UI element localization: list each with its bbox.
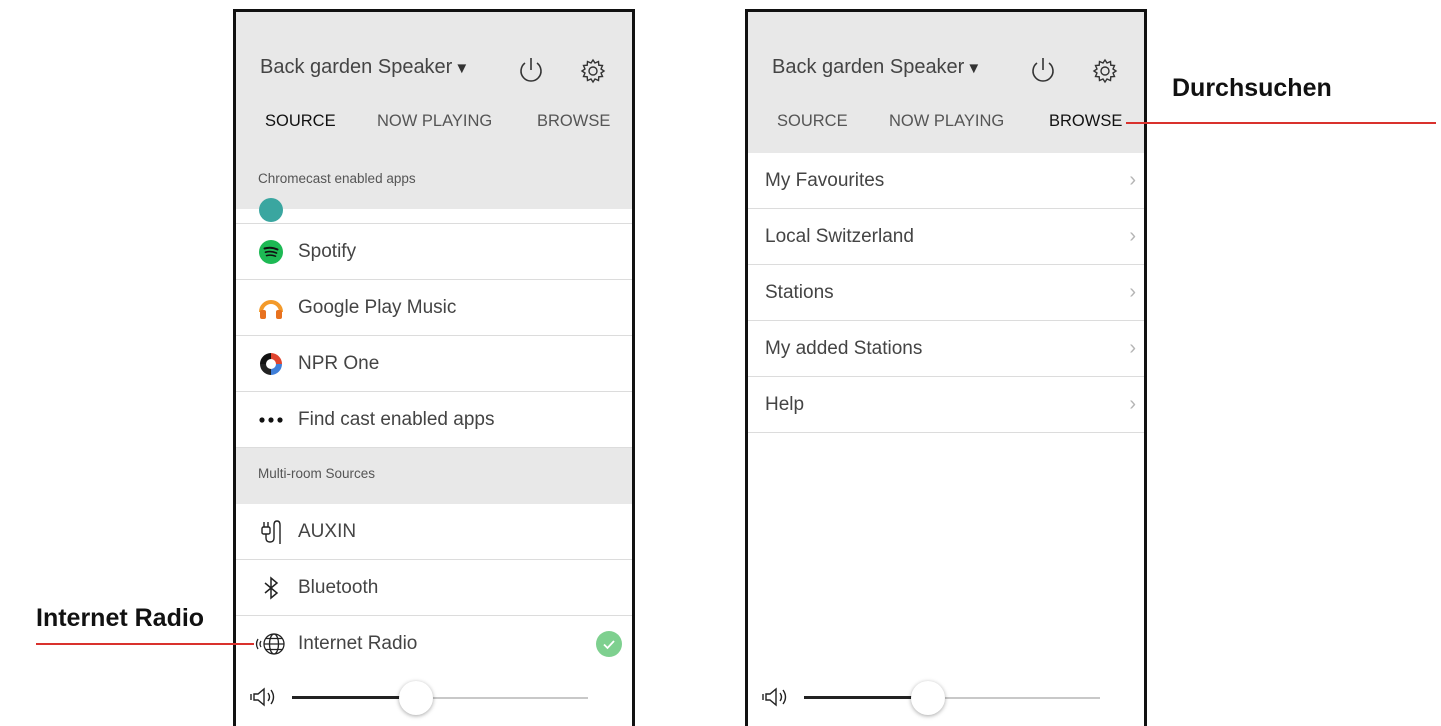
tab-bar: SOURCE NOW PLAYING BROWSE <box>236 112 632 140</box>
browse-item-label: My added Stations <box>765 338 923 359</box>
device-row: Back garden Speaker ▼ <box>260 56 608 86</box>
aux-cable-icon <box>261 520 281 544</box>
callout-line-internet-radio <box>36 643 254 645</box>
list-item-label: Google Play Music <box>298 296 457 318</box>
header: Back garden Speaker ▼ SOURCE NOW PLAYING … <box>236 12 632 153</box>
list-item-npr-one[interactable]: NPR One <box>236 336 632 392</box>
tab-source[interactable]: SOURCE <box>777 112 848 131</box>
list-item-auxin[interactable]: AUXIN <box>236 504 632 560</box>
chevron-right-icon: › <box>1129 337 1136 359</box>
tab-now-playing[interactable]: NOW PLAYING <box>377 112 492 131</box>
list-item-label: AUXIN <box>298 520 357 542</box>
more-dots-icon <box>259 417 283 423</box>
list-item-spotify[interactable]: Spotify <box>236 224 632 280</box>
gear-icon[interactable] <box>1092 58 1118 84</box>
chevron-right-icon: › <box>1129 393 1136 415</box>
device-row: Back garden Speaker ▼ <box>772 56 1120 86</box>
source-screen: Back garden Speaker ▼ SOURCE NOW PLAYING … <box>233 9 635 726</box>
list-item-label: Find cast enabled apps <box>298 408 495 430</box>
list-item-label: Bluetooth <box>298 576 379 598</box>
spotify-icon <box>259 240 283 264</box>
tab-browse[interactable]: BROWSE <box>537 112 610 131</box>
chevron-right-icon: › <box>1129 225 1136 247</box>
browse-item-label: My Favourites <box>765 170 885 191</box>
list-item-label: Internet Radio <box>298 632 418 654</box>
browse-item-label: Help <box>765 394 805 415</box>
callout-browse: Durchsuchen <box>1172 74 1332 102</box>
device-name: Back garden Speaker <box>260 56 453 78</box>
list-item-bluetooth[interactable]: Bluetooth <box>236 560 632 616</box>
section-header-chromecast: Chromecast enabled apps <box>236 153 632 209</box>
volume-icon <box>250 687 275 707</box>
volume-slider-thumb[interactable] <box>399 681 434 715</box>
volume-slider-thumb[interactable] <box>911 681 946 715</box>
tab-browse[interactable]: BROWSE <box>1049 112 1122 131</box>
callout-line-browse <box>1126 122 1436 124</box>
power-icon[interactable] <box>1028 56 1058 86</box>
chevron-right-icon: › <box>1129 281 1136 303</box>
tab-now-playing[interactable]: NOW PLAYING <box>889 112 1004 131</box>
device-selector[interactable]: Back garden Speaker ▼ <box>772 56 981 79</box>
google-play-music-icon <box>259 300 283 319</box>
browse-item-my-favourites[interactable]: My Favourites › <box>748 153 1144 209</box>
volume-slider-fill <box>292 696 417 699</box>
device-selector[interactable]: Back garden Speaker ▼ <box>260 56 469 79</box>
browse-item-label: Local Switzerland <box>765 226 914 247</box>
list-item-partial[interactable] <box>236 198 632 224</box>
section-header-multiroom: Multi-room Sources <box>236 448 632 504</box>
power-icon[interactable] <box>516 56 546 86</box>
npr-one-icon <box>260 353 282 375</box>
list-item-google-play-music[interactable]: Google Play Music <box>236 280 632 336</box>
volume-slider[interactable] <box>292 681 588 715</box>
browse-item-help[interactable]: Help › <box>748 377 1144 433</box>
volume-bar <box>748 670 1144 726</box>
caret-down-icon: ▼ <box>454 60 470 77</box>
browse-item-label: Stations <box>765 282 834 303</box>
browse-item-my-added-stations[interactable]: My added Stations › <box>748 321 1144 377</box>
volume-slider-fill <box>804 696 929 699</box>
device-name: Back garden Speaker <box>772 56 965 78</box>
bluetooth-icon <box>264 576 279 600</box>
browse-item-stations[interactable]: Stations › <box>748 265 1144 321</box>
list-item-label: Spotify <box>298 240 357 262</box>
gear-icon[interactable] <box>580 58 606 84</box>
list-item-label: NPR One <box>298 352 380 374</box>
list-item-find-cast-apps[interactable]: Find cast enabled apps <box>236 392 632 448</box>
tab-source[interactable]: SOURCE <box>265 112 336 131</box>
browse-screen: Back garden Speaker ▼ SOURCE NOW PLAYING … <box>745 9 1147 726</box>
internet-radio-icon <box>255 633 285 655</box>
selected-check-icon <box>596 631 622 657</box>
browse-item-local-switzerland[interactable]: Local Switzerland › <box>748 209 1144 265</box>
tab-bar: SOURCE NOW PLAYING BROWSE <box>748 112 1144 140</box>
header: Back garden Speaker ▼ SOURCE NOW PLAYING … <box>748 12 1144 153</box>
list-item-internet-radio[interactable]: Internet Radio <box>236 616 632 672</box>
chevron-right-icon: › <box>1129 169 1136 191</box>
volume-bar <box>236 670 632 726</box>
app-icon <box>259 198 283 222</box>
volume-icon <box>762 687 787 707</box>
volume-slider[interactable] <box>804 681 1100 715</box>
caret-down-icon: ▼ <box>966 60 982 77</box>
callout-internet-radio: Internet Radio <box>36 604 205 632</box>
